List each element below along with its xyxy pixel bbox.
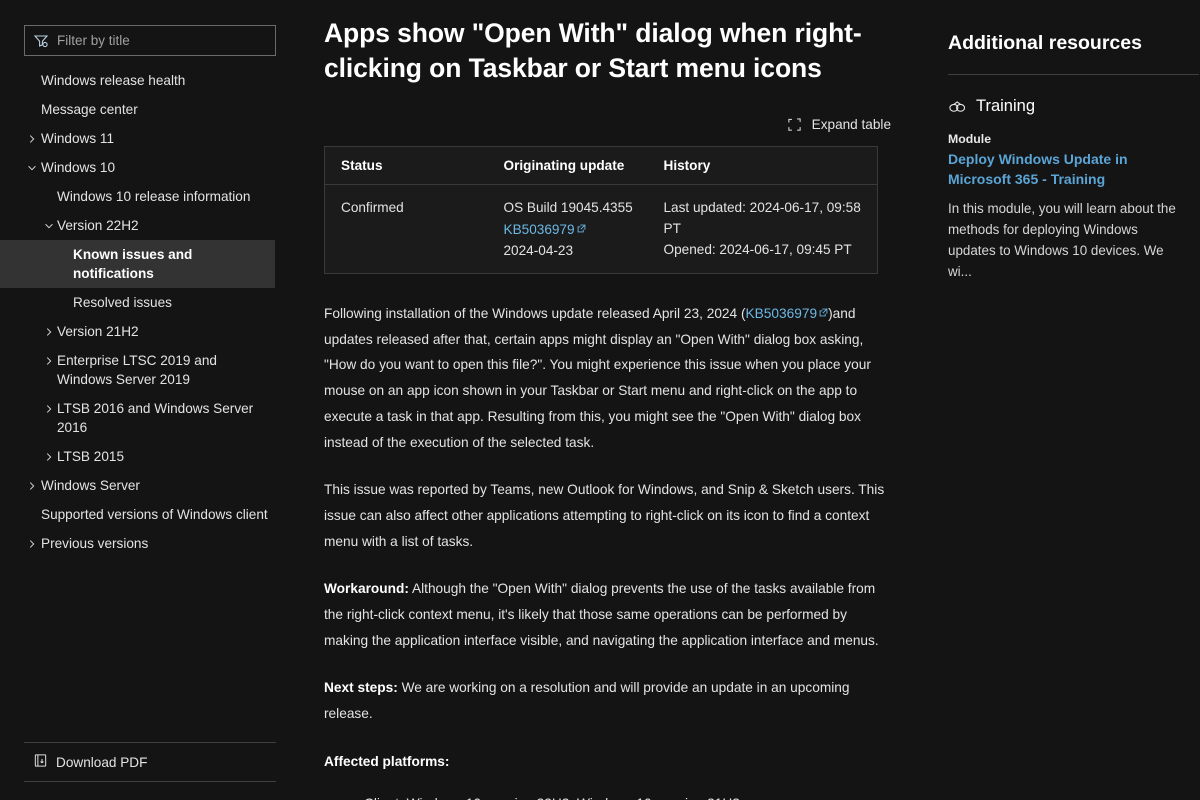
expand-table-row: Expand table: [324, 114, 892, 135]
sidebar-item-label: Windows 11: [41, 131, 115, 146]
history-opened: Opened: 2024-06-17, 09:45 PT: [663, 242, 852, 257]
sidebar-item-version-21h2[interactable]: Version 21H2: [0, 317, 300, 346]
app-root: Windows release health Message center Wind…: [0, 0, 1200, 800]
sidebar-item-label: Previous versions: [41, 536, 149, 551]
sidebar-item-ltsb-2015[interactable]: LTSB 2015: [0, 442, 300, 471]
chevron-down-icon[interactable]: [26, 158, 37, 177]
filter-input[interactable]: [57, 31, 267, 50]
download-pdf-button[interactable]: Download PDF: [24, 753, 276, 771]
download-pdf-label: Download PDF: [56, 754, 148, 770]
paragraph-affected-platforms: Affected platforms:: [324, 749, 892, 775]
sidebar-item-label: Message center: [41, 102, 138, 117]
sidebar-item-label: Windows Server: [41, 478, 140, 493]
p1-pre: Following installation of the Windows up…: [324, 306, 746, 321]
table-header-row: Status Originating update History: [324, 146, 878, 185]
sidebar-item-label: Version 21H2: [57, 324, 139, 339]
sidebar-item-label: LTSB 2016 and Windows Server 2016: [57, 401, 254, 435]
left-sidebar: Windows release health Message center Wind…: [0, 0, 300, 800]
rail-divider: [948, 74, 1199, 75]
pdf-download-icon: [33, 753, 48, 771]
chevron-right-icon[interactable]: [43, 322, 54, 341]
sidebar-item-label: Version 22H2: [57, 218, 139, 233]
chevron-down-icon[interactable]: [43, 216, 54, 235]
sidebar-item-resolved-issues[interactable]: Resolved issues: [0, 288, 300, 317]
sidebar-item-windows-server[interactable]: Windows Server: [0, 471, 300, 500]
sidebar-item-version-22h2[interactable]: Version 22H2: [0, 211, 300, 240]
sidebar-item-windows-10[interactable]: Windows 10: [0, 153, 300, 182]
sidebar-item-label: Windows 10 release information: [57, 189, 251, 204]
chevron-right-icon[interactable]: [43, 447, 54, 466]
chevron-right-icon[interactable]: [43, 351, 54, 370]
p1-post: )and updates released after that, certai…: [324, 306, 871, 450]
table-header-originating-update: Originating update: [487, 146, 648, 185]
sidebar-item-windows-10-release-information[interactable]: Windows 10 release information: [0, 182, 300, 211]
paragraph-reported-by: This issue was reported by Teams, new Ou…: [324, 482, 885, 549]
sidebar-item-label: Windows 10: [41, 160, 116, 175]
sidebar-item-label: Resolved issues: [73, 295, 172, 310]
kb-link-table-label: KB5036979: [503, 222, 575, 237]
next-steps-text: We are working on a resolution and will …: [324, 680, 850, 722]
sidebar-item-ltsb-2016-and-windows-server-2016[interactable]: LTSB 2016 and Windows Server 2016: [0, 394, 300, 442]
cell-originating-update: OS Build 19045.4355 KB5036979 2024-04-23: [488, 185, 648, 274]
table-header-history: History: [647, 146, 878, 185]
rail-section-label: Training: [976, 97, 1035, 115]
sidebar-item-label: Windows release health: [41, 73, 186, 88]
rail-title: Additional resources: [948, 32, 1142, 54]
issue-table: Status Originating update History Confir…: [324, 146, 878, 274]
workaround-label: Workaround:: [324, 581, 409, 597]
filter-icon: [33, 33, 49, 49]
sidebar-item-message-center[interactable]: Message center: [0, 95, 300, 124]
rail-module-description: In this module, you will learn about the…: [948, 201, 1176, 279]
kb-link-inline[interactable]: KB5036979: [746, 306, 829, 321]
list-item: Client: Windows 10, version 22H2; Window…: [364, 791, 892, 800]
sidebar-item-windows-release-health[interactable]: Windows release health: [0, 66, 300, 95]
paragraph-description: Following installation of the Windows up…: [324, 300, 892, 455]
training-icon: [948, 97, 967, 116]
sidebar-nav: Windows release health Message center Wind…: [0, 66, 300, 558]
paragraph-workaround: Workaround: Although the "Open With" dia…: [324, 576, 892, 653]
table-header-status: Status: [324, 146, 488, 185]
sidebar-item-supported-versions-of-windows-client[interactable]: Supported versions of Windows client: [0, 500, 300, 529]
chevron-right-icon[interactable]: [26, 476, 37, 495]
chevron-right-icon[interactable]: [26, 534, 37, 553]
history-last-updated: Last updated: 2024-06-17, 09:58 PT: [663, 200, 861, 236]
external-link-icon: [819, 300, 828, 317]
rail-module-link[interactable]: Deploy Windows Update in Microsoft 365 -…: [948, 149, 1176, 189]
cell-status: Confirmed: [341, 200, 404, 215]
chevron-right-icon[interactable]: [26, 129, 37, 148]
rail-section-training: Training: [948, 97, 1176, 116]
sidebar-item-label: LTSB 2015: [57, 449, 125, 464]
filter-box[interactable]: [24, 25, 276, 56]
paragraph-next-steps: Next steps: We are working on a resoluti…: [324, 675, 892, 726]
kb-link-table[interactable]: KB5036979: [504, 222, 586, 237]
originating-date: 2024-04-23: [503, 243, 574, 258]
chevron-right-icon[interactable]: [43, 399, 54, 418]
expand-icon: [787, 117, 802, 132]
sidebar-item-known-issues-and-notifications[interactable]: Known issues and notifications: [0, 240, 275, 288]
cell-history: Last updated: 2024-06-17, 09:58 PT Opene…: [648, 185, 878, 274]
expand-table-button[interactable]: Expand table: [786, 114, 892, 135]
expand-table-label: Expand table: [811, 117, 891, 132]
sidebar-item-label: Supported versions of Windows client: [41, 507, 268, 522]
external-link-icon: [577, 218, 586, 233]
sidebar-item-label: Enterprise LTSC 2019 and Windows Server …: [57, 353, 217, 387]
next-steps-label: Next steps:: [324, 680, 398, 696]
table-head: Status Originating update History: [324, 146, 878, 185]
table-row: Confirmed OS Build 19045.4355 KB5036979 …: [325, 185, 878, 274]
affected-platforms-list: Client: Windows 10, version 22H2; Window…: [324, 791, 892, 800]
kb-link-inline-label: KB5036979: [745, 306, 818, 321]
rail-kicker: Module: [948, 132, 992, 146]
sidebar-item-windows-11[interactable]: Windows 11: [0, 124, 300, 153]
download-pdf-container: Download PDF: [24, 742, 276, 782]
sidebar-item-previous-versions[interactable]: Previous versions: [0, 529, 300, 558]
right-rail: Additional resources Training Module Dep…: [924, 0, 1200, 800]
main-content: Apps show "Open With" dialog when right-…: [300, 0, 924, 800]
os-build-text: OS Build 19045.4355: [503, 200, 633, 215]
table-body: Confirmed OS Build 19045.4355 KB5036979 …: [325, 185, 878, 274]
page-title: Apps show "Open With" dialog when right-…: [324, 18, 862, 83]
sidebar-item-label: Known issues and notifications: [73, 247, 193, 281]
sidebar-item-enterprise-ltsc-2019-and-windows-server-2019[interactable]: Enterprise LTSC 2019 and Windows Server …: [0, 346, 300, 394]
affected-platforms-label: Affected platforms:: [324, 753, 450, 769]
